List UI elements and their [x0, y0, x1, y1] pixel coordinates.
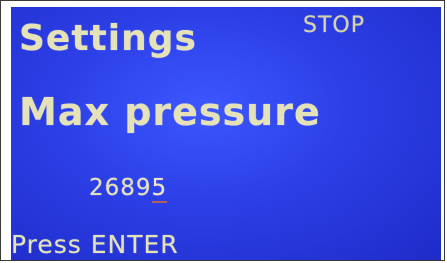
screen-title: Settings [19, 18, 197, 59]
value-digits: 2689 [89, 175, 152, 201]
enter-prompt: Press ENTER [11, 230, 179, 259]
lcd-screen: Settings STOP Max pressure 26895 Press E… [11, 7, 441, 260]
parameter-label: Max pressure [19, 90, 321, 134]
value-cursor-digit[interactable]: 5 [151, 175, 168, 203]
device-frame: Settings STOP Max pressure 26895 Press E… [0, 0, 445, 261]
status-indicator: STOP [303, 13, 365, 38]
value-field[interactable]: 26895 [89, 175, 168, 203]
